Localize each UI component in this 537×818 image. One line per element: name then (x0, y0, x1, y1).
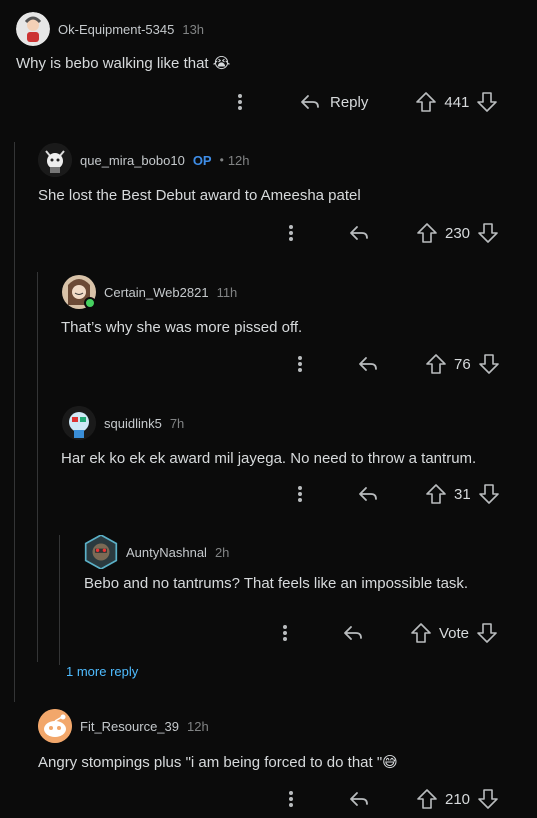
upvote-icon (417, 789, 437, 809)
downvote-button[interactable] (476, 221, 500, 245)
online-status-indicator (84, 297, 96, 309)
comment-actions: 210 (281, 787, 500, 811)
comment-actions: Reply 441 (230, 90, 499, 114)
reply-button[interactable] (347, 787, 371, 811)
downvote-button[interactable] (477, 482, 501, 506)
more-vertical-icon[interactable] (230, 90, 250, 114)
timestamp: 12h (227, 152, 250, 168)
op-badge: OP (192, 152, 212, 168)
upvote-button[interactable] (414, 90, 438, 114)
reply-button[interactable] (356, 352, 380, 376)
reply-button[interactable] (347, 221, 371, 245)
downvote-button[interactable] (476, 787, 500, 811)
reply-arrow-icon (359, 357, 377, 371)
reply-arrow-icon (350, 226, 368, 240)
upvote-icon (411, 623, 431, 643)
downvote-icon (478, 354, 499, 374)
more-vertical-icon[interactable] (281, 787, 301, 811)
timestamp: 2h (214, 544, 230, 560)
reply-button[interactable]: Reply (298, 90, 368, 114)
reply-button[interactable] (341, 621, 365, 645)
upvote-button[interactable] (424, 352, 448, 376)
downvote-button[interactable] (477, 352, 501, 376)
username[interactable]: Ok-Equipment-5345 (58, 22, 174, 37)
upvote-button[interactable] (415, 221, 439, 245)
more-vertical-icon[interactable] (275, 621, 295, 645)
comment-3: Certain_Web2821 11h That’s why she was m… (0, 275, 537, 336)
downvote-button[interactable] (475, 90, 499, 114)
upvote-button[interactable] (409, 621, 433, 645)
vote-count: 31 (454, 485, 471, 503)
upvote-icon (426, 354, 446, 374)
username[interactable]: AuntyNashnal (126, 545, 207, 560)
user-avatar[interactable] (62, 406, 96, 440)
user-avatar[interactable] (38, 143, 72, 177)
reply-arrow-icon (344, 626, 362, 640)
user-avatar[interactable] (62, 275, 96, 309)
comment-text: Angry stompings plus "i am being forced … (38, 754, 398, 771)
upvote-button[interactable] (415, 787, 439, 811)
timestamp: 11h (216, 284, 238, 300)
comment-text: That’s why she was more pissed off. (61, 319, 303, 336)
timestamp: 13h (182, 21, 205, 37)
comment-text: Har ek ko ek ek award mil jayega. No nee… (61, 450, 477, 467)
reply-label: Reply (330, 93, 369, 111)
comment-4: squidlink5 7h Har ek ko ek ek award mil … (0, 406, 537, 467)
username[interactable]: squidlink5 (104, 416, 162, 431)
comment-text: Why is bebo walking like that 😭 (16, 55, 231, 72)
comment-2: que_mira_bobo10 OP • 12h She lost the Be… (0, 143, 537, 204)
comment-6: Fit_Resource_39 12h Angry stompings plus… (0, 709, 537, 771)
timestamp: 12h (187, 718, 209, 734)
upvote-icon (416, 92, 437, 112)
upvote-button[interactable] (424, 482, 448, 506)
more-vertical-icon[interactable] (290, 482, 310, 506)
comment-5: AuntyNashnal 2h Bebo and no tantrums? Th… (0, 535, 537, 592)
downvote-icon (478, 484, 499, 504)
comment-actions: Vote (275, 621, 499, 645)
more-replies-link[interactable]: 1 more reply (66, 664, 138, 679)
comment-actions: 31 (290, 482, 501, 506)
downvote-icon (477, 92, 498, 112)
vote-count: 76 (454, 355, 471, 373)
comment-actions: 76 (290, 352, 501, 376)
vote-count: 210 (445, 790, 471, 808)
user-avatar[interactable] (84, 535, 118, 569)
more-vertical-icon[interactable] (290, 352, 310, 376)
more-vertical-icon[interactable] (281, 221, 301, 245)
reply-arrow-icon (350, 792, 368, 806)
username[interactable]: que_mira_bobo10 (80, 153, 185, 168)
upvote-icon (426, 484, 446, 504)
timestamp: 7h (169, 415, 185, 431)
vote-label: Vote (439, 624, 470, 642)
downvote-icon (477, 623, 497, 643)
comment-text: Bebo and no tantrums? That feels like an… (84, 575, 469, 592)
username[interactable]: Certain_Web2821 (104, 285, 209, 300)
separator: • (219, 153, 224, 167)
reply-arrow-icon (359, 487, 377, 501)
comment-1: Ok-Equipment-5345 13h Why is bebo walkin… (0, 12, 537, 72)
username[interactable]: Fit_Resource_39 (80, 719, 179, 734)
vote-count: 441 (444, 93, 470, 111)
user-avatar[interactable] (16, 12, 50, 46)
downvote-icon (478, 789, 498, 809)
user-avatar[interactable] (38, 709, 72, 743)
reply-arrow-icon (301, 95, 319, 109)
comment-actions: 230 (281, 221, 500, 245)
downvote-icon (478, 223, 498, 243)
upvote-icon (417, 223, 437, 243)
vote-count: 230 (445, 224, 471, 242)
downvote-button[interactable] (475, 621, 499, 645)
comment-text: She lost the Best Debut award to Ameesha… (38, 187, 361, 204)
reply-button[interactable] (356, 482, 380, 506)
